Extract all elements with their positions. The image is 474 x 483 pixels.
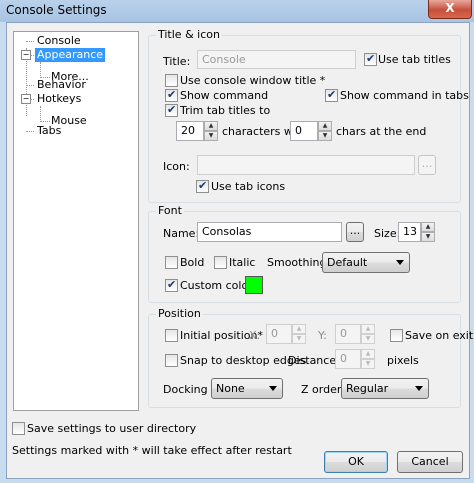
spin-down-icon[interactable]: ▼ [421,232,435,242]
tree-connector [40,62,41,78]
use-tab-icons-checkbox[interactable] [196,179,209,193]
chars-at-end-input[interactable]: 0 [290,121,318,141]
trim-chars-spinner[interactable]: ▲ ▼ [204,121,218,141]
trim-tab-titles-checkbox[interactable] [165,103,178,117]
use-tab-titles-checkbox[interactable] [364,52,377,66]
distance-label: Distance: [288,354,340,367]
icon-label: Icon: [163,160,190,173]
icon-path-input[interactable] [197,155,415,175]
y-label: Y: [318,329,327,342]
font-name-input[interactable]: Consolas [197,222,342,242]
docking-value: None [216,382,245,395]
chevron-down-icon [396,260,404,265]
collapse-hotkeys-icon[interactable]: − [21,94,31,104]
close-button[interactable]: X [428,0,472,19]
smoothing-dropdown[interactable]: Default [322,252,410,273]
custom-color-swatch[interactable] [245,276,263,294]
chevron-down-icon [415,386,423,391]
trim-chars-input[interactable]: 20 [176,121,204,141]
spin-up-icon[interactable]: ▲ [361,324,375,334]
spin-up-icon[interactable]: ▲ [204,121,218,131]
italic-label: Italic [229,256,256,269]
distance-input[interactable]: 0 [335,349,361,369]
tree-connector [26,41,34,42]
spin-up-icon[interactable]: ▲ [361,349,375,359]
smoothing-value: Default [327,256,368,269]
tree-item-behavior[interactable]: Behavior [35,78,88,92]
spin-down-icon[interactable]: ▼ [361,334,375,344]
show-command-checkbox[interactable] [165,88,178,102]
settings-tree[interactable]: − − Console Appearance More... Behavior … [13,31,139,411]
tree-item-appearance[interactable]: Appearance [35,48,106,62]
tree-connector [26,131,34,132]
font-size-label: Size: [374,227,401,240]
smoothing-label: Smoothing: [267,256,331,269]
custom-color-checkbox[interactable] [165,278,178,292]
y-position-spinner[interactable]: ▲ ▼ [361,324,375,344]
use-console-window-title-checkbox[interactable] [165,74,178,87]
bold-checkbox[interactable] [165,256,178,269]
tree-connector [40,106,41,122]
font-name-label: Name: [163,227,200,240]
font-browse-button[interactable]: ... [346,222,364,242]
z-order-label: Z order: [301,383,345,396]
font-group-label: Font [156,204,184,217]
chevron-down-icon [269,386,277,391]
italic-checkbox[interactable] [214,256,227,269]
tree-item-tabs[interactable]: Tabs [35,124,63,138]
z-order-value: Regular [346,382,389,395]
show-command-in-tabs-label: Show command in tabs [340,89,469,102]
use-tab-titles-label: Use tab titles [378,53,451,66]
spin-up-icon[interactable]: ▲ [292,324,306,334]
show-command-in-tabs-checkbox[interactable] [325,88,338,102]
title-icon-group-label: Title & icon [156,28,222,41]
trim-tab-titles-label: Trim tab titles to [180,104,271,117]
tree-item-hotkeys[interactable]: Hotkeys [35,92,83,106]
cancel-button[interactable]: Cancel [397,451,463,473]
position-group-label: Position [156,307,203,320]
pixels-label: pixels [387,354,419,367]
ok-button[interactable]: OK [324,451,388,473]
distance-spinner[interactable]: ▲ ▼ [361,349,375,369]
spin-down-icon[interactable]: ▼ [204,131,218,141]
dialog-client-area: − − Console Appearance More... Behavior … [6,22,474,479]
spin-down-icon[interactable]: ▼ [292,334,306,344]
tree-connector [26,85,34,86]
save-to-user-directory-checkbox[interactable] [12,422,25,435]
font-size-input[interactable]: 13 [398,222,421,242]
restart-note: Settings marked with * will take effect … [12,444,292,457]
icon-browse-button[interactable]: ... [418,155,436,175]
bold-label: Bold [180,256,205,269]
initial-position-checkbox[interactable] [165,329,178,342]
y-position-input[interactable]: 0 [335,324,361,344]
z-order-dropdown[interactable]: Regular [341,378,429,399]
use-tab-icons-label: Use tab icons [211,180,286,193]
spin-down-icon[interactable]: ▼ [318,131,332,141]
window-title: Console Settings [6,3,107,17]
save-on-exit-label: Save on exit [405,329,474,342]
x-position-spinner[interactable]: ▲ ▼ [292,324,306,344]
collapse-appearance-icon[interactable]: − [21,50,31,60]
title-bar: Console Settings X [0,0,474,22]
save-to-user-directory-label: Save settings to user directory [27,422,197,435]
chars-at-end-spinner[interactable]: ▲ ▼ [318,121,332,141]
chars-at-end-label: chars at the end [336,125,427,138]
use-console-window-title-label: Use console window title * [180,74,326,87]
spin-down-icon[interactable]: ▼ [361,359,375,369]
snap-to-desktop-checkbox[interactable] [165,354,178,367]
tree-item-console[interactable]: Console [35,34,83,48]
spin-up-icon[interactable]: ▲ [421,222,435,232]
x-position-input[interactable]: 0 [266,324,292,344]
spin-up-icon[interactable]: ▲ [318,121,332,131]
title-label: Title: [163,55,191,68]
docking-dropdown[interactable]: None [211,378,283,399]
title-input[interactable]: Console [197,50,356,69]
font-size-spinner[interactable]: ▲ ▼ [421,222,435,242]
x-label: X: [249,329,261,342]
save-on-exit-checkbox[interactable] [390,329,403,342]
show-command-label: Show command [180,89,269,102]
